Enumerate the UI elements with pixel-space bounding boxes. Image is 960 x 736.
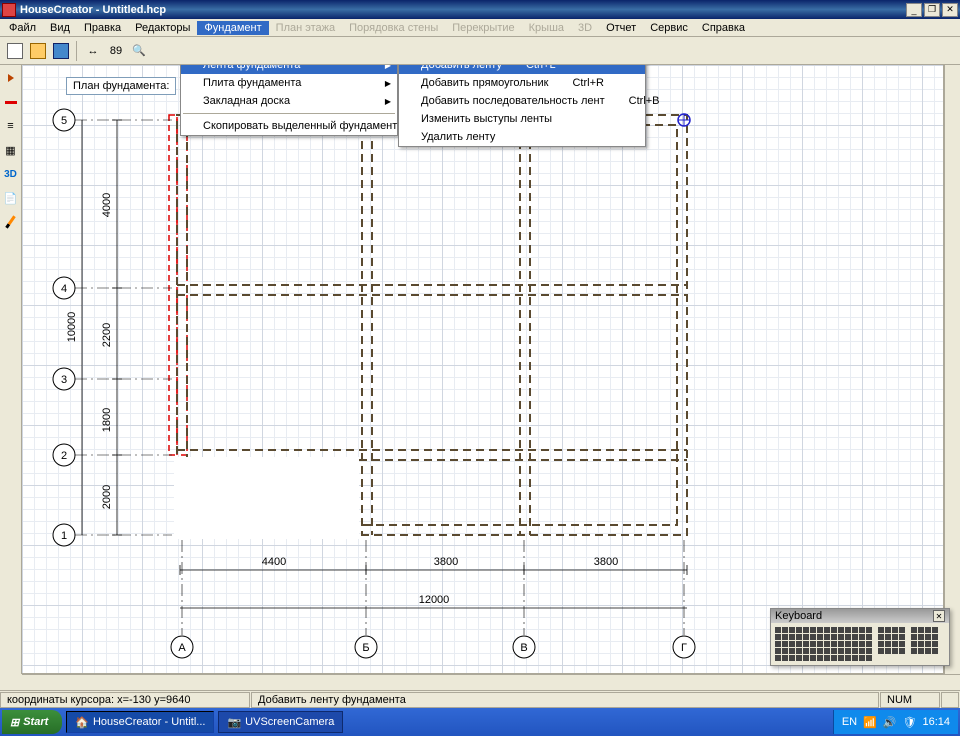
- svg-text:3800: 3800: [594, 556, 618, 568]
- start-button[interactable]: ⊞ Start: [2, 710, 62, 734]
- app-icon: [2, 3, 16, 17]
- menu-Перекрытие[interactable]: Перекрытие: [445, 21, 521, 35]
- pencil-icon: [5, 215, 15, 228]
- open-button[interactable]: [27, 40, 49, 62]
- taskbar: ⊞ Start 🏠HouseCreator - Untitl... 📷UVScr…: [0, 708, 960, 736]
- svg-text:2000: 2000: [101, 485, 113, 509]
- arrow-icon: [8, 74, 14, 82]
- keyboard-title-text: Keyboard: [775, 610, 933, 622]
- horizontal-scrollbar[interactable]: [22, 674, 960, 690]
- svg-text:2200: 2200: [101, 323, 113, 347]
- tool-2[interactable]: [0, 91, 22, 113]
- tool-4[interactable]: ▦: [0, 139, 22, 161]
- windows-icon: ⊞: [10, 716, 19, 729]
- keyboard-window[interactable]: Keyboard ✕: [770, 608, 950, 666]
- menu-item[interactable]: Лента фундамента: [181, 65, 397, 74]
- menu-Правка[interactable]: Правка: [77, 21, 128, 35]
- vertical-scrollbar[interactable]: [944, 65, 960, 674]
- menu-Справка[interactable]: Справка: [695, 21, 752, 35]
- menu-Файл[interactable]: Файл: [2, 21, 43, 35]
- status-hint: Добавить ленту фундамента: [251, 692, 879, 708]
- keyboard-close-button[interactable]: ✕: [933, 610, 945, 622]
- menu-Редакторы[interactable]: Редакторы: [128, 21, 197, 35]
- toolbar-separator: [76, 41, 78, 61]
- menu-3D[interactable]: 3D: [571, 21, 599, 35]
- svg-text:В: В: [520, 642, 527, 654]
- red-icon: [5, 101, 17, 104]
- tray-icon[interactable]: 🛡: [903, 716, 917, 729]
- left-toolbar: ≡ ▦ 3D 📄: [0, 65, 22, 674]
- svg-text:4400: 4400: [262, 556, 286, 568]
- svg-text:Б: Б: [362, 642, 369, 654]
- keyboard-body: [771, 623, 949, 665]
- svg-text:2: 2: [61, 450, 67, 462]
- menu-Фундамент[interactable]: Фундамент: [197, 21, 268, 35]
- tool-6[interactable]: 📄: [0, 187, 22, 209]
- save-button[interactable]: [50, 40, 72, 62]
- minimize-button[interactable]: _: [906, 3, 922, 17]
- pointer-tool[interactable]: [0, 67, 22, 89]
- status-grip: [941, 692, 959, 708]
- plan-drawing: 5 4 3 2 1 А Б В Г 4000 2200 1800 2000 10000: [22, 65, 942, 674]
- menu-item[interactable]: Добавить последовательность лентCtrl+B: [399, 92, 645, 110]
- menu-item[interactable]: Закладная доска: [181, 92, 397, 110]
- status-coords: координаты курсора: x=-130 y=9640: [0, 692, 250, 708]
- statusbar: координаты курсора: x=-130 y=9640 Добави…: [0, 690, 960, 708]
- dim-4000: 4000: [101, 193, 113, 217]
- zoom-value[interactable]: 89: [105, 40, 127, 62]
- restore-button[interactable]: ❐: [924, 3, 940, 17]
- tray-icon[interactable]: 🔊: [883, 716, 897, 729]
- svg-text:1: 1: [61, 530, 67, 542]
- svg-text:4: 4: [61, 283, 67, 295]
- svg-text:3800: 3800: [434, 556, 458, 568]
- status-mode: NUM: [880, 692, 940, 708]
- menu-item[interactable]: Плита фундамента: [181, 74, 397, 92]
- menu-Сервис[interactable]: Сервис: [643, 21, 695, 35]
- zoom-fit-button[interactable]: ↔: [82, 40, 104, 62]
- toolbar: ↔ 89 🔍: [0, 37, 960, 65]
- taskbar-app-2[interactable]: 📷UVScreenCamera: [218, 711, 343, 733]
- window-title: HouseCreator - Untitled.hcp: [20, 4, 906, 16]
- menu-Крыша[interactable]: Крыша: [522, 21, 571, 35]
- svg-text:12000: 12000: [419, 594, 450, 606]
- new-button[interactable]: [4, 40, 26, 62]
- svg-text:3: 3: [61, 374, 67, 386]
- plan-label: План фундамента:: [66, 77, 176, 95]
- foundation-menu[interactable]: Лента фундаментаПлита фундаментаЗакладна…: [180, 65, 398, 136]
- svg-text:10000: 10000: [66, 312, 78, 343]
- canvas[interactable]: План фундамента:: [22, 65, 944, 674]
- cube-icon: 3D: [4, 169, 17, 180]
- tape-submenu[interactable]: Добавить лентуCtrl+LДобавить прямоугольн…: [398, 65, 646, 147]
- menu-item[interactable]: Изменить выступы ленты: [399, 110, 645, 128]
- menu-Вид[interactable]: Вид: [43, 21, 77, 35]
- menu-separator: [183, 113, 395, 114]
- menu-item[interactable]: Добавить прямоугольникCtrl+R: [399, 74, 645, 92]
- menu-Отчет[interactable]: Отчет: [599, 21, 643, 35]
- titlebar: HouseCreator - Untitled.hcp _ ❐ ✕: [0, 0, 960, 19]
- taskbar-app-1[interactable]: 🏠HouseCreator - Untitl...: [66, 711, 214, 733]
- keyboard-titlebar[interactable]: Keyboard ✕: [771, 609, 949, 623]
- tool-3[interactable]: ≡: [0, 115, 22, 137]
- clock: 16:14: [922, 716, 950, 728]
- menu-item[interactable]: Удалить ленту: [399, 128, 645, 146]
- lang-indicator[interactable]: EN: [842, 716, 857, 728]
- tool-3d[interactable]: 3D: [0, 163, 22, 185]
- tool-pencil[interactable]: [0, 211, 22, 233]
- system-tray[interactable]: EN 📶 🔊 🛡 16:14: [833, 710, 958, 734]
- tray-icon[interactable]: 📶: [863, 716, 877, 729]
- menu-item[interactable]: Добавить лентуCtrl+L: [399, 65, 645, 74]
- svg-text:Г: Г: [681, 642, 687, 654]
- menu-Порядовка стены[interactable]: Порядовка стены: [342, 21, 445, 35]
- svg-text:5: 5: [61, 115, 67, 127]
- menubar: ФайлВидПравкаРедакторыФундаментПлан этаж…: [0, 19, 960, 37]
- close-button[interactable]: ✕: [942, 3, 958, 17]
- zoom-tool-button[interactable]: 🔍: [128, 40, 150, 62]
- svg-text:А: А: [178, 642, 186, 654]
- menu-item[interactable]: Скопировать выделенный фундамент: [181, 117, 397, 135]
- start-label: Start: [23, 716, 48, 728]
- menu-План этажа[interactable]: План этажа: [269, 21, 342, 35]
- svg-text:1800: 1800: [101, 408, 113, 432]
